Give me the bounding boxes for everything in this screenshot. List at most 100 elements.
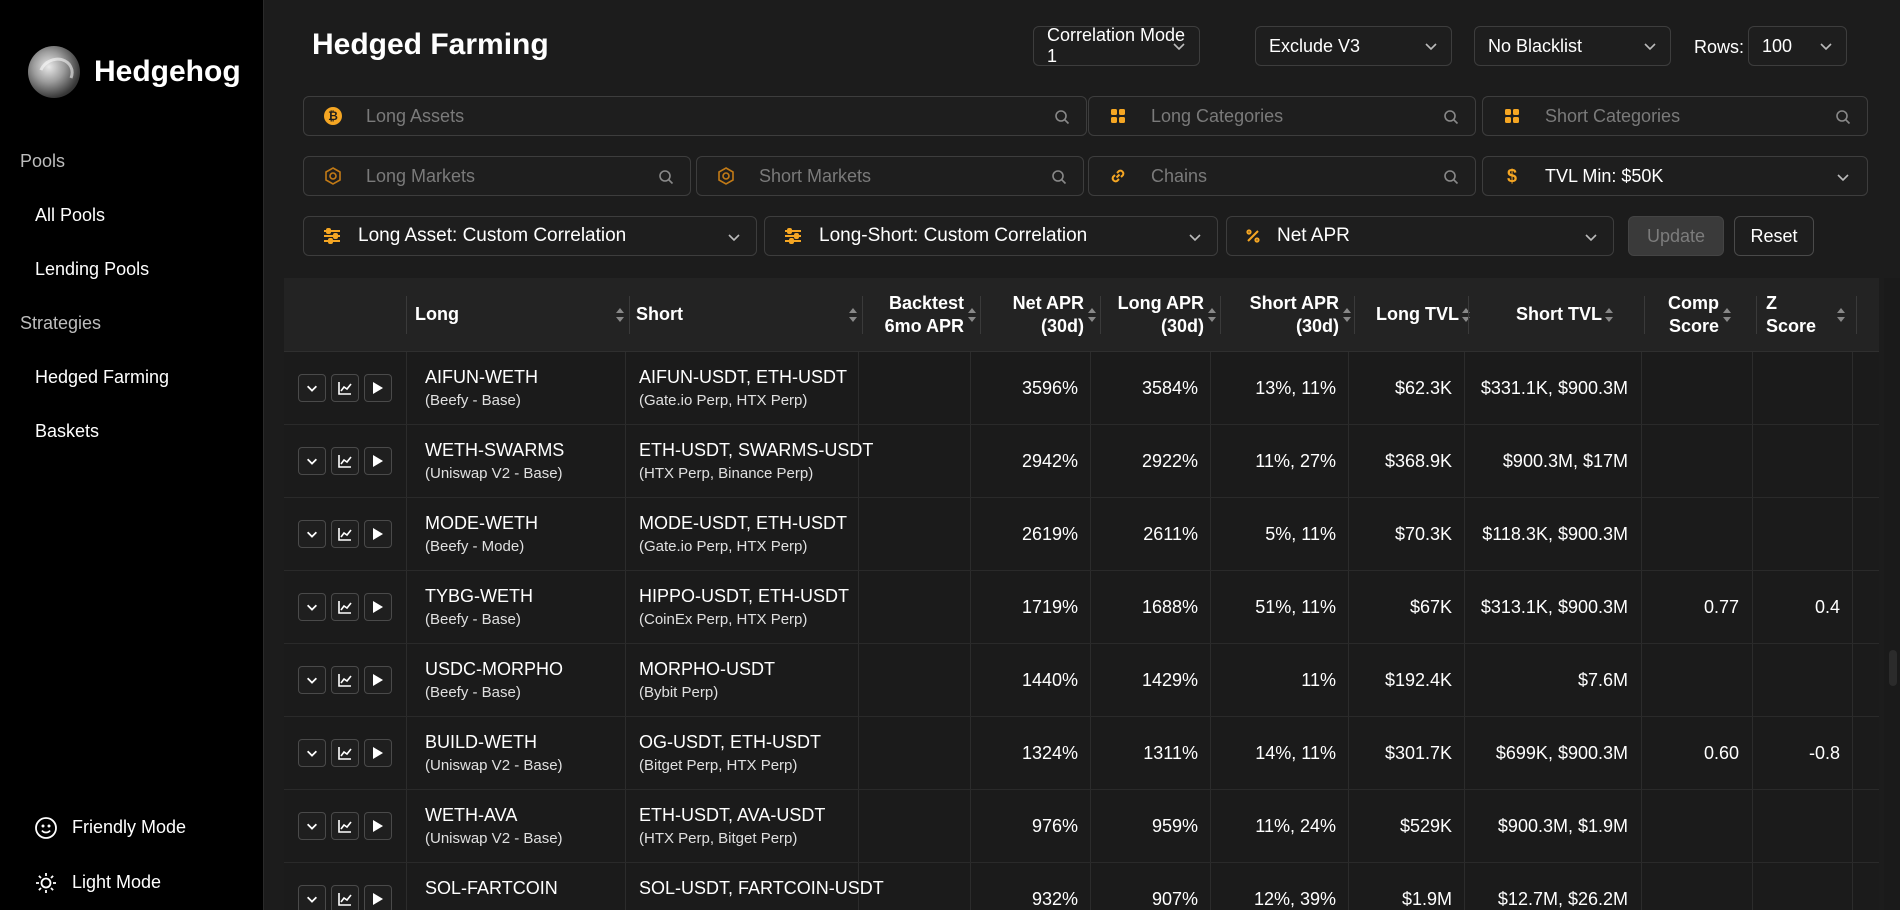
chart-button[interactable] xyxy=(331,593,359,621)
table-row[interactable]: USDC-MORPHO (Beefy - Base) MORPHO-USDT (Byb… xyxy=(284,644,1879,717)
short-tvl: $7.6M xyxy=(1577,670,1628,690)
sort-icon xyxy=(1604,306,1614,329)
chevron-down-icon xyxy=(1173,43,1185,51)
sidebar-item-all-pools[interactable]: All Pools xyxy=(35,188,263,242)
play-button[interactable] xyxy=(364,447,392,475)
chart-button[interactable] xyxy=(331,520,359,548)
col-short-apr-label-2: (30d) xyxy=(1295,316,1339,336)
expand-button[interactable] xyxy=(298,374,326,402)
scrollbar-thumb[interactable] xyxy=(1889,650,1897,686)
long-pair: SOL-FARTCOIN xyxy=(425,878,558,898)
play-button[interactable] xyxy=(364,812,392,840)
play-icon xyxy=(372,527,384,541)
long-cell: MODE-WETH (Beefy - Mode) xyxy=(425,513,538,555)
sidebar-item-lending-pools[interactable]: Lending Pools xyxy=(35,242,263,296)
long-tvl: $67K xyxy=(1409,597,1452,617)
sliders-icon xyxy=(783,226,803,246)
chevron-down-icon xyxy=(1837,174,1849,182)
blacklist-select[interactable]: No Blacklist xyxy=(1474,26,1671,66)
long-markets-filter[interactable]: Long Markets xyxy=(303,156,691,196)
col-short-tvl[interactable]: Short TVL xyxy=(1474,278,1602,352)
short-categories-filter[interactable]: Short Categories xyxy=(1482,96,1868,136)
long-categories-filter[interactable]: Long Categories xyxy=(1088,96,1476,136)
col-comp-score[interactable]: Comp Score xyxy=(1649,278,1719,352)
short-tvl: $118.3K, $900.3M xyxy=(1482,524,1628,544)
chart-button[interactable] xyxy=(331,739,359,767)
col-z-score[interactable]: Z Score xyxy=(1766,278,1846,352)
expand-button[interactable] xyxy=(298,739,326,767)
short-cell: SOL-USDT, FARTCOIN-USDT xyxy=(639,878,884,903)
chart-button[interactable] xyxy=(331,447,359,475)
sidebar-item-baskets[interactable]: Baskets xyxy=(35,404,263,458)
correlation-mode-select[interactable]: Correlation Mode 1 xyxy=(1033,25,1200,66)
long-assets-filter[interactable]: ₿ Long Assets xyxy=(303,96,1087,136)
col-short-apr[interactable]: Short APR (30d) xyxy=(1224,278,1339,352)
long-asset-correlation-select[interactable]: Long Asset: Custom Correlation xyxy=(303,216,757,256)
col-long[interactable]: Long xyxy=(415,278,625,352)
expand-button[interactable] xyxy=(298,666,326,694)
table-row[interactable]: SOL-FARTCOIN SOL-USDT, FARTCOIN-USDT 932% 9… xyxy=(284,863,1879,910)
play-button[interactable] xyxy=(364,739,392,767)
long-source: (Beefy - Mode) xyxy=(425,538,525,555)
short-pair: ETH-USDT, AVA-USDT xyxy=(639,805,826,825)
play-icon xyxy=(372,819,384,833)
friendly-mode-toggle[interactable]: Friendly Mode xyxy=(34,800,186,855)
play-button[interactable] xyxy=(364,593,392,621)
dollar-icon: $ xyxy=(1501,165,1523,187)
short-markets-filter[interactable]: Short Markets xyxy=(696,156,1084,196)
col-long-apr[interactable]: Long APR (30d) xyxy=(1104,278,1204,352)
table-row[interactable]: TYBG-WETH (Beefy - Base) HIPPO-USDT, ETH-U… xyxy=(284,571,1879,644)
hedgehog-logo-icon xyxy=(28,46,80,98)
table-row[interactable]: MODE-WETH (Beefy - Mode) MODE-USDT, ETH-US… xyxy=(284,498,1879,571)
chains-filter[interactable]: Chains xyxy=(1088,156,1476,196)
chart-button[interactable] xyxy=(331,885,359,910)
table-row[interactable]: WETH-AVA (Uniswap V2 - Base) ETH-USDT, AVA… xyxy=(284,790,1879,863)
chart-button[interactable] xyxy=(331,666,359,694)
net-apr: 932% xyxy=(1031,889,1078,909)
light-mode-toggle[interactable]: Light Mode xyxy=(34,855,186,910)
category-grid-icon xyxy=(1501,105,1523,127)
sliders-icon xyxy=(322,226,342,246)
rows-select[interactable]: 100 xyxy=(1748,26,1847,66)
short-source: (Gate.io Perp, HTX Perp) xyxy=(639,392,808,409)
expand-button[interactable] xyxy=(298,812,326,840)
col-backtest[interactable]: Backtest 6mo APR xyxy=(864,278,964,352)
col-z-score-label: Z Score xyxy=(1766,292,1817,336)
play-button[interactable] xyxy=(364,666,392,694)
svg-text:₿: ₿ xyxy=(328,109,338,123)
expand-button[interactable] xyxy=(298,593,326,621)
short-tvl: $313.1K, $900.3M xyxy=(1480,597,1628,617)
chart-button[interactable] xyxy=(331,812,359,840)
tvl-min-select[interactable]: $ TVL Min: $50K xyxy=(1482,156,1868,196)
play-button[interactable] xyxy=(364,885,392,910)
col-short[interactable]: Short xyxy=(636,278,858,352)
expand-button[interactable] xyxy=(298,520,326,548)
chart-button[interactable] xyxy=(331,374,359,402)
expand-button[interactable] xyxy=(298,447,326,475)
expand-button[interactable] xyxy=(298,885,326,910)
play-icon xyxy=(372,673,384,687)
sidebar-item-hedged-farming[interactable]: Hedged Farming xyxy=(35,350,263,404)
brand[interactable]: Hedgehog xyxy=(0,40,263,104)
table-row[interactable]: WETH-SWARMS (Uniswap V2 - Base) ETH-USDT, … xyxy=(284,425,1879,498)
long-short-correlation-select[interactable]: Long-Short: Custom Correlation xyxy=(764,216,1218,256)
play-button[interactable] xyxy=(364,520,392,548)
line-chart-icon xyxy=(337,891,353,907)
sort-metric-select[interactable]: Net APR xyxy=(1226,216,1614,256)
table-row[interactable]: BUILD-WETH (Uniswap V2 - Base) OG-USDT, ET… xyxy=(284,717,1879,790)
short-categories-placeholder: Short Categories xyxy=(1545,105,1681,126)
col-net-apr[interactable]: Net APR (30d) xyxy=(984,278,1084,352)
short-source: (HTX Perp, Binance Perp) xyxy=(639,465,814,482)
long-tvl: $368.9K xyxy=(1384,451,1452,471)
update-button[interactable]: Update xyxy=(1628,216,1724,256)
long-source: (Beefy - Base) xyxy=(425,611,521,628)
short-apr: 12%, 39% xyxy=(1253,889,1336,909)
vertical-scrollbar[interactable] xyxy=(1884,278,1900,910)
play-button[interactable] xyxy=(364,374,392,402)
table-row[interactable]: AIFUN-WETH (Beefy - Base) AIFUN-USDT, ETH-… xyxy=(284,352,1879,425)
col-long-tvl[interactable]: Long TVL xyxy=(1359,278,1459,352)
chevron-down-icon xyxy=(1425,43,1437,51)
reset-button[interactable]: Reset xyxy=(1734,216,1814,256)
exclude-select[interactable]: Exclude V3 xyxy=(1255,26,1452,66)
sort-icon xyxy=(967,306,977,329)
